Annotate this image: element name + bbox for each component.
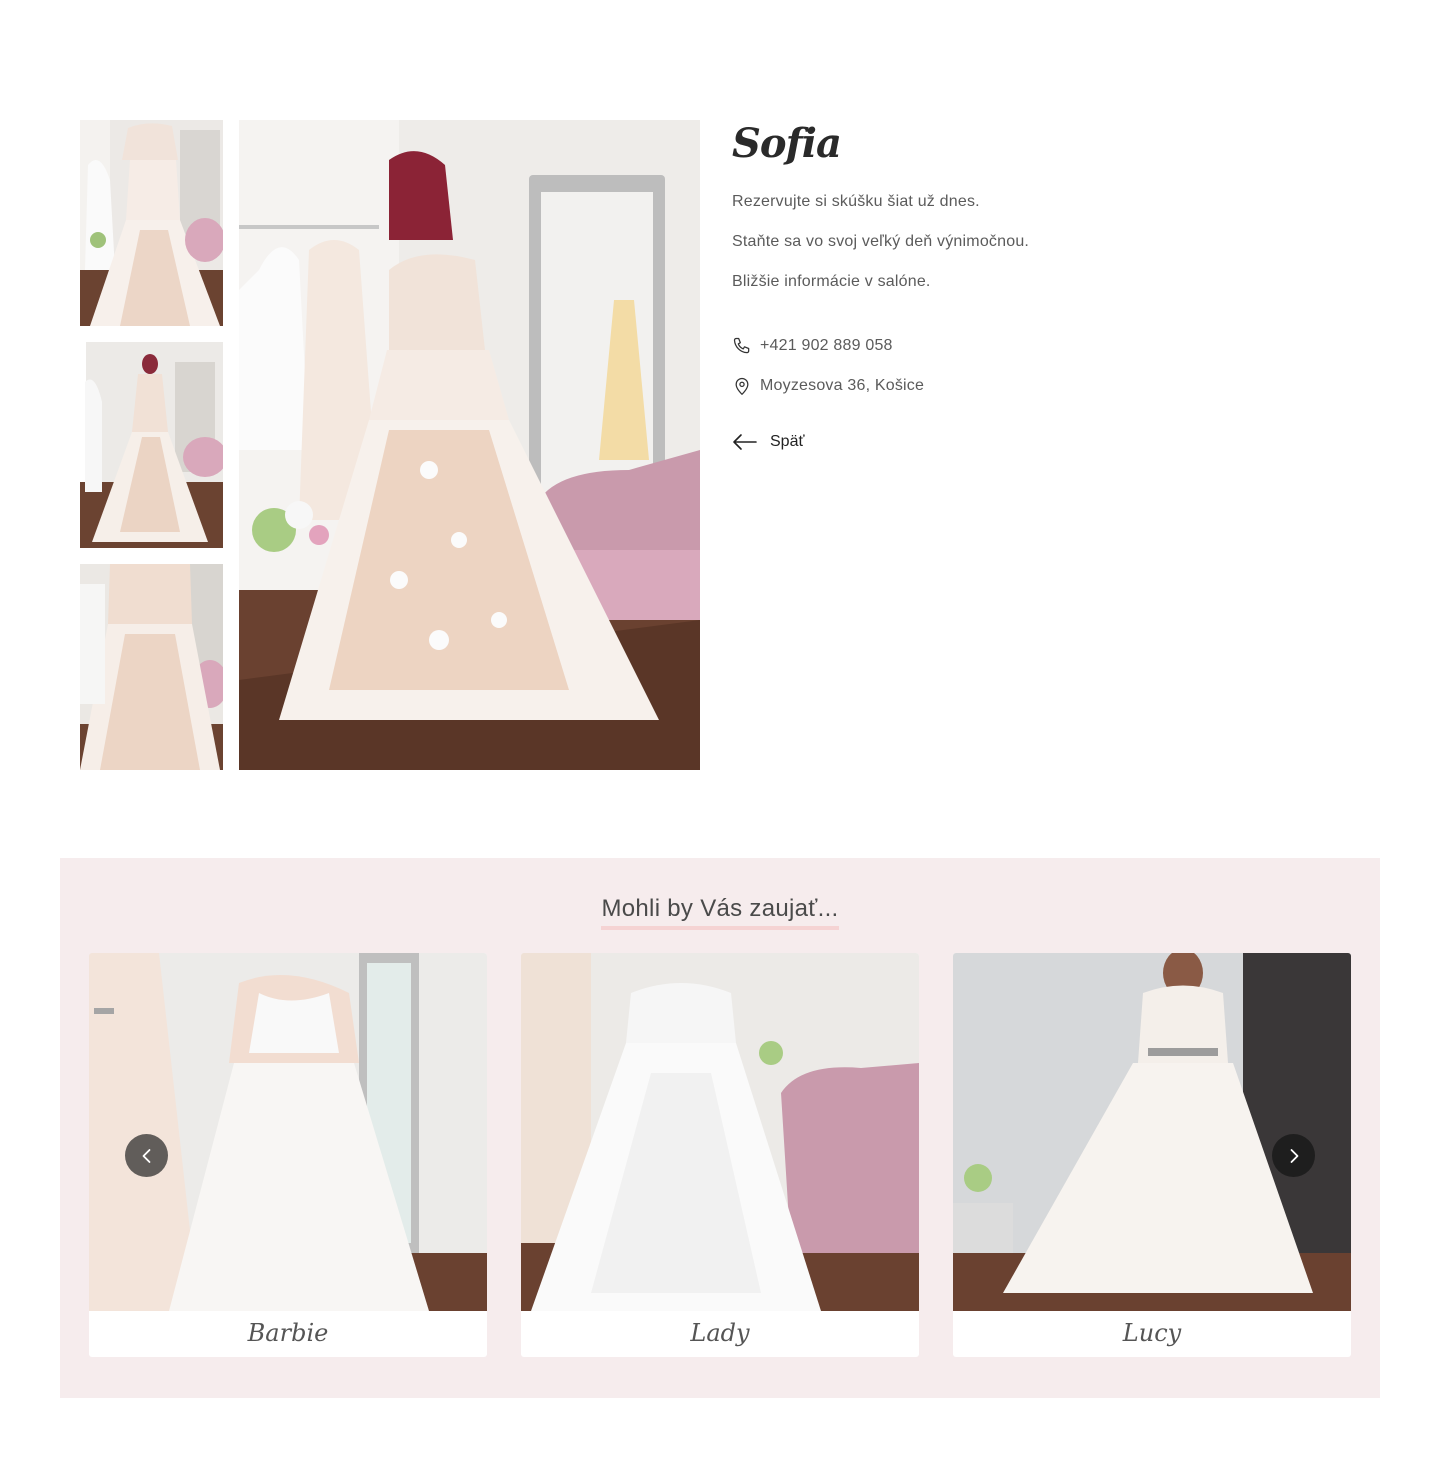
thumbnail-back-detail[interactable] xyxy=(80,564,223,770)
back-label: Späť xyxy=(770,433,805,450)
card-title: Lady xyxy=(690,1319,750,1347)
card-title: Lucy xyxy=(1122,1319,1182,1347)
product-title: Sofia xyxy=(732,120,842,167)
dress-photo xyxy=(80,120,223,326)
address-contact[interactable]: Moyzesova 36, Košice xyxy=(732,376,1372,396)
phone-icon xyxy=(732,336,752,356)
related-products-section: Mohli by Vás zaujať... Barbie Lady Lucy xyxy=(60,858,1380,1398)
phone-contact[interactable]: +421 902 889 058 xyxy=(732,336,1372,356)
contact-info: +421 902 889 058 Moyzesova 36, Košice xyxy=(732,336,1372,396)
phone-number: +421 902 889 058 xyxy=(760,337,893,354)
dress-photo xyxy=(521,953,919,1311)
description-line: Bližšie informácie v salóne. xyxy=(732,273,931,290)
carousel-prev-button[interactable] xyxy=(125,1134,168,1177)
related-title: Mohli by Vás zaujať... xyxy=(60,894,1380,930)
related-card[interactable]: Lady xyxy=(521,953,919,1357)
dress-photo xyxy=(80,342,223,548)
dress-photo xyxy=(80,564,223,770)
dress-photo xyxy=(953,953,1351,1311)
map-pin-icon xyxy=(732,376,752,396)
thumbnail-front[interactable] xyxy=(80,120,223,326)
address-text: Moyzesova 36, Košice xyxy=(760,377,925,394)
card-title: Barbie xyxy=(247,1319,329,1347)
arrow-left-icon xyxy=(732,432,758,452)
chevron-right-icon xyxy=(1290,1148,1298,1163)
product-description: Rezervujte si skúšku šiat už dnes. Staňt… xyxy=(732,192,1372,292)
product-info: Sofia Rezervujte si skúšku šiat už dnes.… xyxy=(732,116,1372,452)
carousel-next-button[interactable] xyxy=(1272,1134,1315,1177)
related-title-text: Mohli by Vás zaujať... xyxy=(601,894,839,930)
back-link[interactable]: Späť xyxy=(732,432,1372,452)
description-line: Rezervujte si skúšku šiat už dnes. xyxy=(732,193,980,210)
thumbnail-back[interactable] xyxy=(80,342,223,548)
dress-photo xyxy=(239,120,700,770)
chevron-left-icon xyxy=(142,1148,150,1163)
card-photo xyxy=(521,953,919,1311)
card-photo xyxy=(953,953,1351,1311)
dress-photo xyxy=(89,953,487,1311)
description-line: Staňte sa vo svoj veľký deň výnimočnou. xyxy=(732,233,1030,250)
card-photo xyxy=(89,953,487,1311)
main-product-photo[interactable] xyxy=(239,120,700,770)
